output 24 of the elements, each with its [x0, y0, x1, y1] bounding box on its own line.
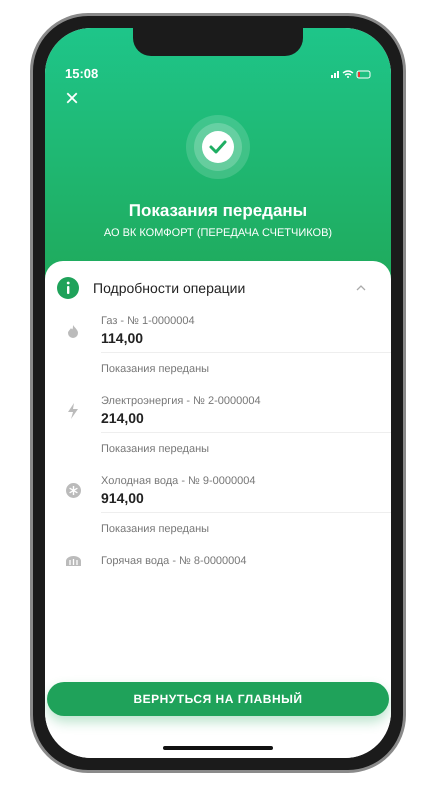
return-home-button[interactable]: ВЕРНУТЬСЯ НА ГЛАВНЫЙ	[47, 682, 389, 716]
info-icon	[57, 277, 79, 299]
meter-reading: 914,00	[101, 490, 145, 506]
meter-name: Горячая вода - № 8-0000004	[101, 555, 247, 567]
merchant-name: АО ВК КОМФОРТ (ПЕРЕДАЧА СЧЕТЧИКОВ)	[104, 227, 332, 239]
meter-status: Показания переданы	[101, 432, 391, 459]
status-icons	[331, 68, 371, 78]
meter-reading: 114,00	[101, 330, 144, 346]
success-check-icon	[186, 115, 250, 179]
meter-name: Электроэнергия - № 2-0000004	[101, 395, 261, 407]
meter-name: Газ - № 1-0000004	[101, 315, 195, 327]
meter-name: Холодная вода - № 9-0000004	[101, 475, 256, 487]
flame-icon	[66, 324, 80, 338]
success-title: Показания переданы	[128, 201, 308, 221]
snowflake-icon	[66, 483, 80, 498]
meter-status: Показания переданы	[101, 352, 391, 379]
status-time: 15:08	[65, 66, 98, 81]
close-button[interactable]: ×	[65, 87, 80, 111]
meter-status: Показания переданы	[101, 512, 391, 539]
meter-reading: 214,00	[101, 410, 145, 426]
lightning-icon	[67, 402, 79, 418]
chevron-icon[interactable]	[355, 284, 367, 292]
heat-icon	[66, 556, 80, 566]
details-title: Подробности операции	[93, 280, 246, 296]
